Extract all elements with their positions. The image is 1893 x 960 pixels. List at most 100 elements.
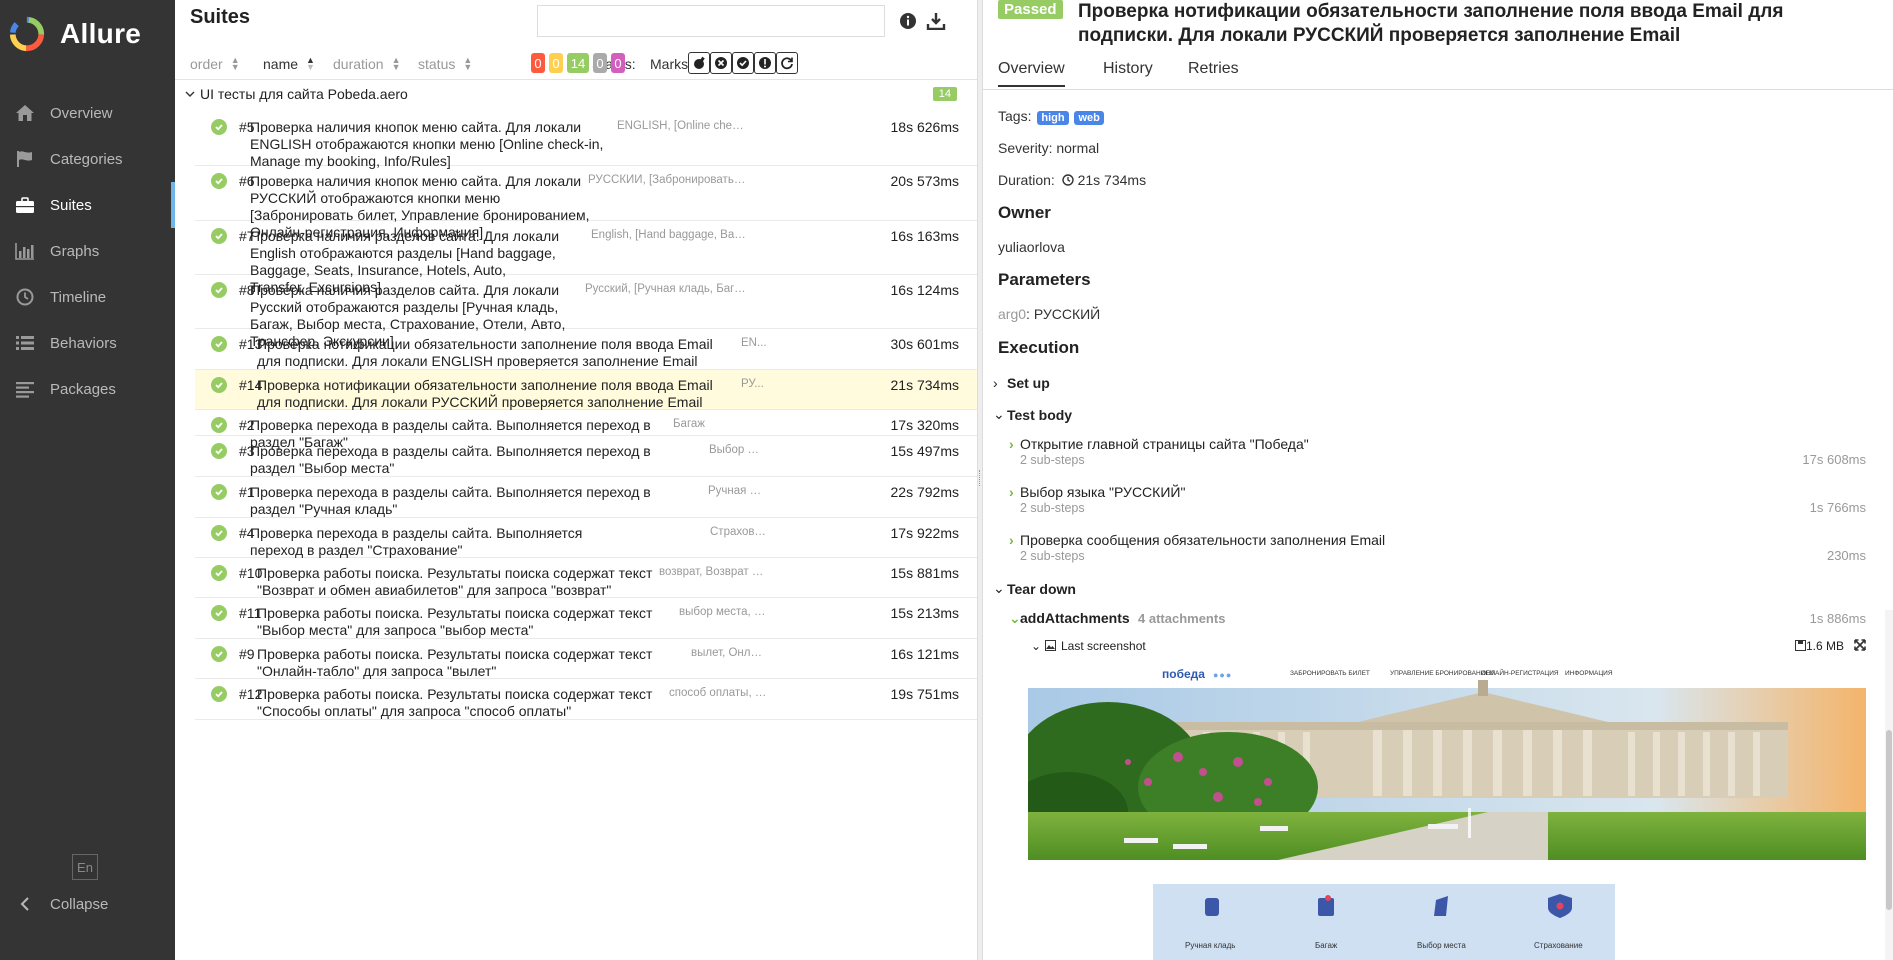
sidebar-item-behaviors[interactable]: Behaviors — [0, 320, 175, 366]
tags-label: Tags: — [998, 108, 1032, 124]
teardown-section[interactable]: ⌄ Tear down — [993, 580, 1076, 597]
test-params: Страхован... — [710, 526, 768, 538]
test-params: EN... — [741, 337, 767, 349]
duration-value: 21s 734ms — [1077, 172, 1147, 188]
tab-history[interactable]: History — [1103, 60, 1153, 85]
passed-check-icon — [211, 605, 227, 621]
new-broken-mark-icon[interactable] — [754, 52, 776, 74]
status-broken-count[interactable]: 0 — [549, 53, 563, 73]
site-service-label: Багаж — [1315, 941, 1338, 950]
step-substeps: 2 sub-steps — [1020, 549, 1085, 563]
search-input[interactable] — [537, 5, 885, 37]
tab-overview[interactable]: Overview — [998, 60, 1065, 87]
status-unknown-count[interactable]: 0 — [611, 53, 625, 73]
tab-retries[interactable]: Retries — [1188, 60, 1239, 85]
download-icon[interactable] — [925, 10, 947, 32]
chevron-down-icon: ⌄ — [1031, 639, 1042, 653]
brand[interactable]: Allure — [0, 0, 175, 68]
test-name: Проверка перехода в разделы сайта. Выпол… — [250, 484, 651, 517]
sort-order-label: order — [190, 56, 223, 72]
test-duration: 16s 124ms — [890, 282, 959, 298]
test-body-section[interactable]: ⌄ Test body — [993, 406, 1072, 423]
test-row[interactable]: #11 Проверка работы поиска. Результаты по… — [195, 598, 977, 639]
site-service-label: Выбор места — [1417, 941, 1466, 950]
test-row[interactable]: #7 Проверка наличия разделов сайта. Для л… — [195, 221, 977, 295]
test-row[interactable]: #12 Проверка работы поиска. Результаты по… — [195, 679, 977, 720]
home-icon — [14, 102, 36, 124]
scrollbar-thumb[interactable] — [1886, 730, 1892, 910]
sort-arrows-icon: ▲ ▼ — [463, 55, 473, 72]
retries-mark-icon[interactable] — [776, 52, 798, 74]
info-icon[interactable] — [897, 10, 919, 32]
chevron-down-icon: ⌄ — [993, 406, 1005, 422]
language-button[interactable]: En — [72, 854, 98, 880]
expand-icon[interactable] — [1854, 639, 1866, 651]
test-row[interactable]: #4 Проверка перехода в разделы сайта. Вып… — [195, 518, 977, 558]
sidebar-item-overview[interactable]: Overview — [0, 90, 175, 136]
test-row[interactable]: #8 Проверка наличия разделов сайта. Для л… — [195, 275, 977, 349]
sort-duration-label: duration — [333, 56, 384, 72]
test-name: Проверка перехода в разделы сайта. Выпол… — [250, 443, 651, 476]
test-row[interactable]: #9 Проверка работы поиска. Результаты пои… — [195, 639, 977, 679]
sidebar-item-label: Suites — [50, 196, 92, 214]
test-row[interactable]: #2 Проверка перехода в разделы сайта. Вып… — [195, 410, 977, 450]
chevron-down-icon: ⌄ — [1009, 610, 1021, 626]
sort-order[interactable]: order ▲ ▼ — [190, 56, 240, 73]
test-params: English, [Hand baggage, Baggag... — [591, 229, 747, 241]
step-duration: 230ms — [1826, 548, 1866, 563]
chevron-right-icon: › — [1009, 484, 1014, 500]
owner-value: yuliaorlova — [998, 239, 1065, 255]
suite-group-row[interactable]: UI тесты для сайта Pobeda.aero 14 — [175, 82, 977, 108]
new-passed-mark-icon[interactable] — [732, 52, 754, 74]
splitter-grip — [979, 470, 981, 486]
sort-status[interactable]: status ▲ ▼ — [418, 55, 473, 73]
test-row[interactable]: #6 Проверка наличия кнопок меню сайта. Дл… — [195, 166, 977, 240]
passed-check-icon — [211, 686, 227, 702]
test-title: Проверка нотификации обязательности запо… — [1078, 1, 1784, 46]
test-number: #9 — [239, 646, 255, 662]
new-failed-mark-icon[interactable] — [710, 52, 732, 74]
sidebar-item-label: Timeline — [50, 288, 107, 306]
website-screenshot-graphic — [1028, 662, 1866, 960]
sidebar-item-packages[interactable]: Packages — [0, 366, 175, 412]
passed-check-icon — [211, 282, 227, 298]
test-duration: 17s 922ms — [890, 525, 959, 541]
sidebar-item-categories[interactable]: Categories — [0, 136, 175, 182]
sidebar: Allure Overview Categories Suites Graphs — [0, 0, 175, 960]
test-row[interactable]: #14 Проверка нотификации обязательности з… — [195, 370, 977, 410]
status-failed-count[interactable]: 0 — [531, 53, 545, 73]
step-name: Выбор языка "РУССКИЙ" — [1020, 484, 1186, 500]
passed-check-icon — [211, 565, 227, 581]
test-row[interactable]: #3 Проверка перехода в разделы сайта. Вып… — [195, 436, 977, 477]
test-name: Проверка работы поиска. Результаты поиск… — [257, 686, 653, 719]
passed-check-icon — [211, 377, 227, 393]
parameter-value: РУССКИЙ — [1033, 306, 1101, 322]
site-menu-item: ЗАБРОНИРОВАТЬ БИЛЕТ — [1290, 670, 1370, 677]
collapse-button[interactable]: Collapse — [14, 892, 108, 916]
flaky-mark-icon[interactable] — [688, 52, 710, 74]
sidebar-item-timeline[interactable]: Timeline — [0, 274, 175, 320]
scrollbar[interactable] — [1885, 610, 1893, 960]
align-left-icon — [14, 378, 36, 400]
chevron-right-icon: › — [993, 375, 998, 391]
sidebar-item-suites[interactable]: Suites — [0, 182, 175, 228]
parameter-key: arg0 — [998, 306, 1027, 322]
sort-asc-icon: ▲ ▼ — [306, 55, 315, 72]
chevron-down-icon: ⌄ — [993, 580, 1005, 596]
save-icon[interactable] — [1795, 640, 1806, 651]
test-duration: 19s 751ms — [890, 686, 959, 702]
status-passed-count[interactable]: 14 — [567, 53, 589, 73]
sidebar-item-graphs[interactable]: Graphs — [0, 228, 175, 274]
page-title: Suites — [190, 6, 251, 28]
test-row[interactable]: #5 Проверка наличия кнопок меню сайта. Дл… — [195, 112, 977, 169]
severity: Severity: normal — [998, 140, 1100, 156]
status-skipped-count[interactable]: 0 — [593, 53, 607, 73]
test-row[interactable]: #1 Проверка перехода в разделы сайта. Вып… — [195, 477, 977, 518]
sort-duration[interactable]: duration ▲ ▼ — [333, 56, 401, 73]
setup-section[interactable]: › Set up — [993, 375, 1050, 391]
sort-name[interactable]: name ▲ ▼ — [263, 55, 315, 73]
test-list: #5 Проверка наличия кнопок меню сайта. Дл… — [195, 112, 977, 720]
test-row[interactable]: #10 Проверка работы поиска. Результаты по… — [195, 558, 977, 598]
clock-icon — [1062, 174, 1074, 186]
test-row[interactable]: #13 Проверка нотификации обязательности з… — [195, 329, 977, 370]
